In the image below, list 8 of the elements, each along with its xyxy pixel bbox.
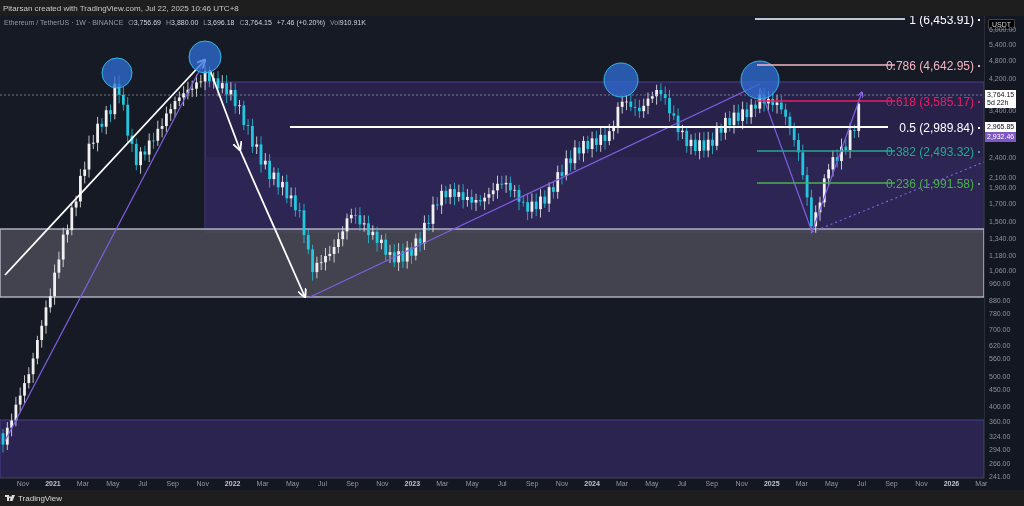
attribution-text: Pitarsan created with TradingView.com, Jul 22, 2025 10:46 UTC+8 — [3, 3, 239, 13]
fib-label: 0.236 (1,991.58) — [885, 177, 980, 191]
fib-label: 0.786 (4,642.95) — [885, 59, 980, 73]
brand-text: TradingView — [18, 493, 63, 503]
fib-label: 0.5 (2,989.84) — [899, 121, 980, 135]
fib-label: 0.618 (3,585.17) — [885, 95, 980, 109]
fib-label: 0.382 (2,493.32) — [885, 145, 980, 159]
fib-label: 1 (6,453.91) — [909, 16, 980, 27]
